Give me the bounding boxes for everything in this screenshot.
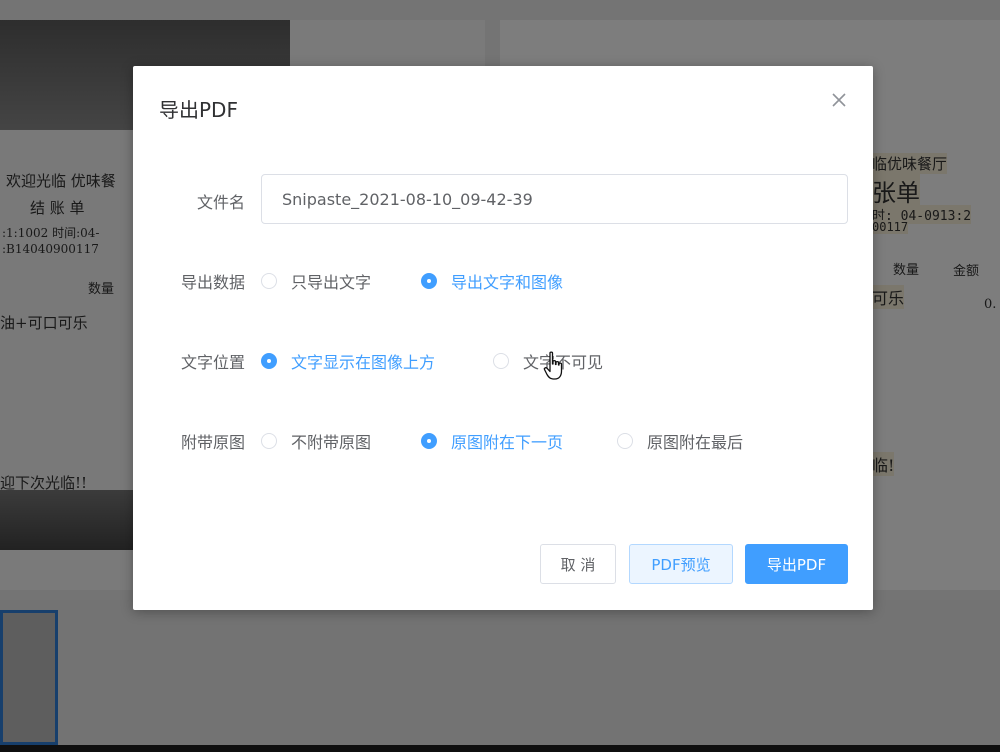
dialog-title: 导出PDF bbox=[159, 98, 238, 122]
filename-input[interactable] bbox=[261, 174, 848, 224]
text-position-label: 文字位置 bbox=[180, 353, 245, 372]
radio-text-above-image[interactable]: 文字显示在图像上方 bbox=[261, 349, 435, 373]
radio-dot bbox=[493, 353, 509, 369]
export-data-label: 导出数据 bbox=[180, 273, 245, 292]
radio-dot bbox=[617, 433, 633, 449]
radio-original-at-end[interactable]: 原图附在最后 bbox=[617, 429, 743, 453]
radio-text-and-image[interactable]: 导出文字和图像 bbox=[421, 269, 563, 293]
radio-original-next-page[interactable]: 原图附在下一页 bbox=[421, 429, 563, 453]
hand-cursor-icon bbox=[543, 351, 565, 381]
radio-text-only[interactable]: 只导出文字 bbox=[261, 269, 371, 293]
close-icon[interactable] bbox=[829, 90, 849, 110]
radio-dot bbox=[421, 433, 437, 449]
radio-dot bbox=[261, 353, 277, 369]
attach-original-label: 附带原图 bbox=[180, 433, 245, 452]
radio-dot bbox=[421, 273, 437, 289]
radio-dot bbox=[261, 433, 277, 449]
filename-label: 文件名 bbox=[196, 193, 245, 212]
pdf-preview-button[interactable]: PDF预览 bbox=[629, 544, 733, 584]
radio-dot bbox=[261, 273, 277, 289]
export-pdf-dialog: 导出PDF 文件名 导出数据 只导出文字 导出文字和图像 文字位置 文字显示在图… bbox=[133, 66, 873, 610]
cancel-button[interactable]: 取 消 bbox=[540, 544, 616, 584]
radio-no-original[interactable]: 不附带原图 bbox=[261, 429, 371, 453]
export-pdf-button[interactable]: 导出PDF bbox=[745, 544, 848, 584]
